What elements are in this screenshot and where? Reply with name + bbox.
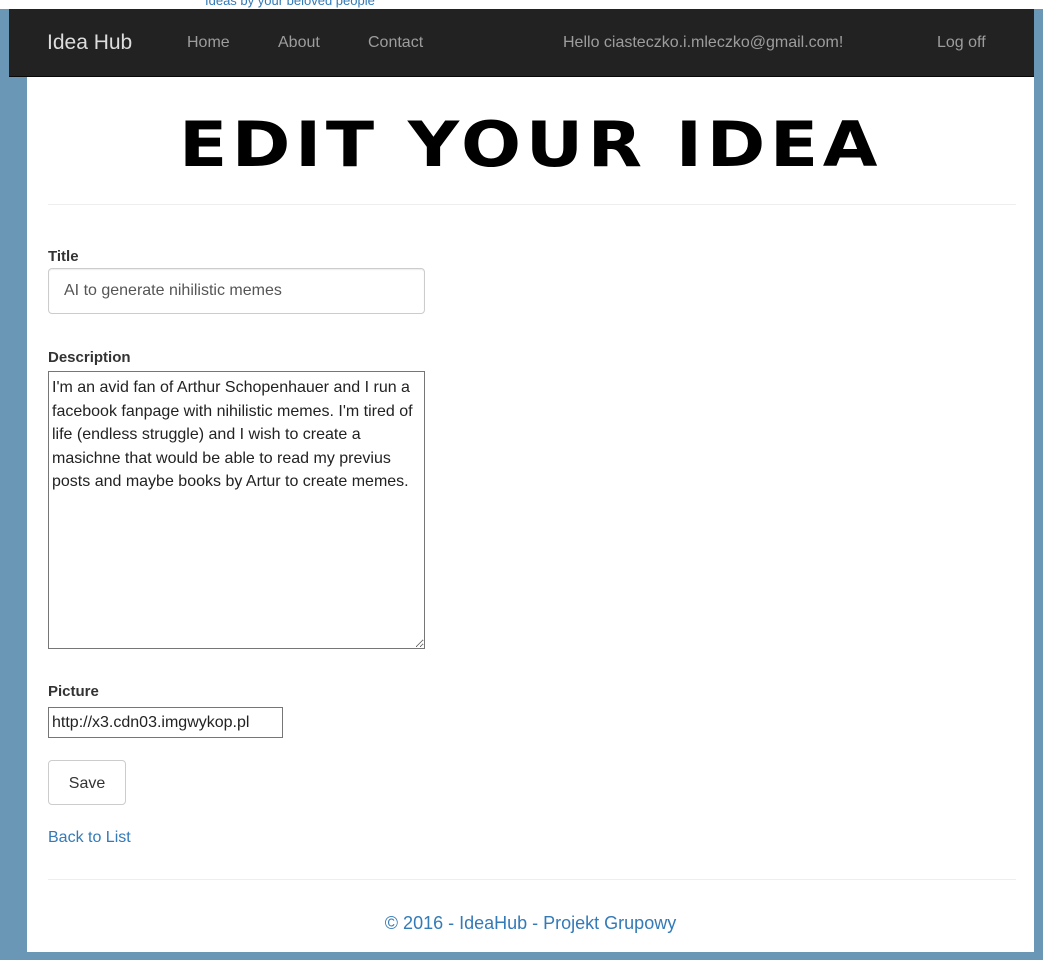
page-title: EDIT YOUR IDEA: [178, 108, 883, 181]
header-divider: [48, 204, 1016, 205]
description-label: Description: [48, 349, 131, 366]
save-button[interactable]: Save: [48, 760, 126, 805]
footer-text: © 2016 - IdeaHub - Projekt Grupowy: [384, 913, 677, 933]
nav-contact-link[interactable]: Contact: [368, 33, 423, 53]
logoff-link[interactable]: Log off: [937, 33, 986, 53]
description-textarea[interactable]: I'm an avid fan of Arthur Schopenhauer a…: [48, 371, 425, 649]
title-input[interactable]: [48, 268, 425, 314]
back-to-list-link[interactable]: Back to List: [48, 828, 131, 848]
top-strip-text: Ideas by your beloved people: [205, 0, 375, 8]
footer-divider: [48, 879, 1016, 880]
top-strip: Ideas by your beloved people: [0, 0, 1043, 9]
navbar: Idea Hub Home About Contact Hello ciaste…: [9, 9, 1034, 77]
picture-label: Picture: [48, 683, 99, 700]
user-greeting-link[interactable]: Hello ciasteczko.i.mleczko@gmail.com!: [563, 33, 843, 53]
main-content: EDIT YOUR IDEA Title Description I'm an …: [27, 77, 1034, 952]
nav-home-link[interactable]: Home: [187, 33, 230, 53]
title-label: Title: [48, 248, 79, 265]
picture-url-input[interactable]: [48, 707, 283, 738]
nav-about-link[interactable]: About: [278, 33, 320, 53]
brand-link[interactable]: Idea Hub: [47, 31, 132, 55]
